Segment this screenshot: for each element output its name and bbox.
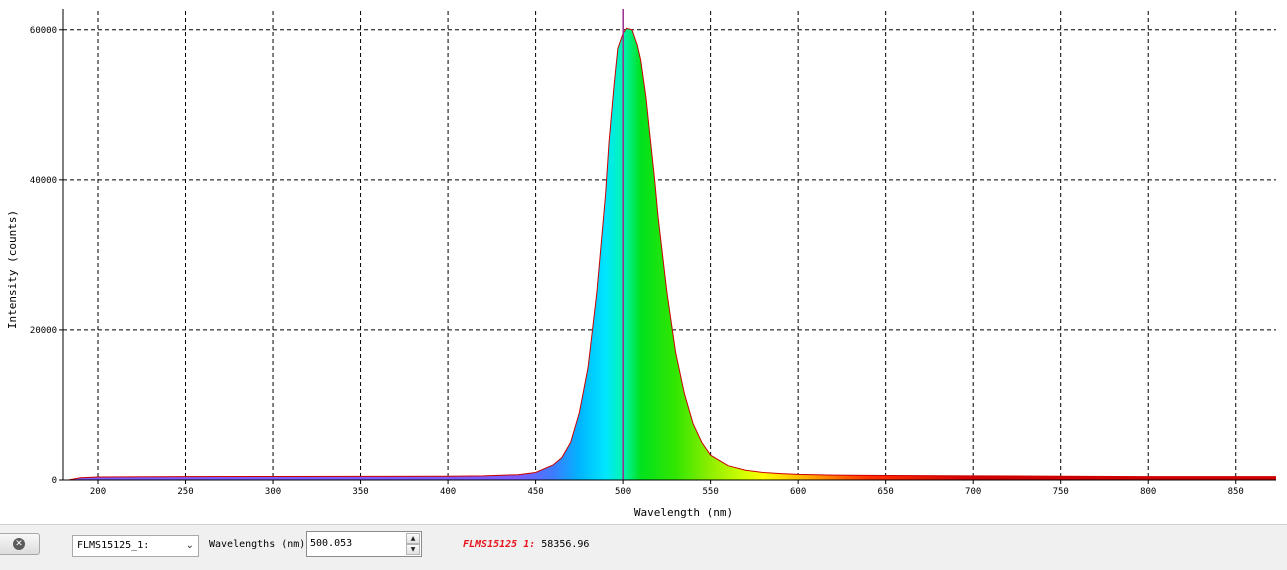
wavelength-label: Wavelengths (nm) — [209, 539, 306, 550]
x-tick-label: 600 — [790, 487, 806, 497]
x-tick-label: 650 — [878, 487, 894, 497]
x-tick-label: 350 — [352, 487, 368, 497]
x-tick-label: 550 — [703, 487, 719, 497]
wavelength-value[interactable]: 500.053 — [310, 538, 352, 549]
device-select-value: FLMS15125_1: — [77, 540, 150, 551]
x-tick-label: 700 — [965, 487, 981, 497]
readout-value: 58356.96 — [535, 539, 590, 550]
readout-series-name: FLMS15125 1: — [463, 539, 536, 550]
y-tick-label: 40000 — [30, 176, 57, 186]
spin-down-icon[interactable]: ▼ — [406, 544, 420, 555]
spectrum-chart: 200 250 300 350 400 450 500 550 600 650 700 750 800 8… — [6, 9, 1276, 519]
y-axis-title: Intensity (counts) — [6, 210, 19, 329]
x-tick-label: 450 — [527, 487, 543, 497]
control-bar: ✕ FLMS15125_1: ⌄ Wavelengths (nm) 500.05… — [0, 524, 1287, 570]
close-icon: ✕ — [13, 538, 25, 550]
y-tick-label: 60000 — [30, 26, 57, 36]
spectrum-chart-area[interactable]: 200 250 300 350 400 450 500 550 600 650 700 750 800 8… — [0, 0, 1287, 524]
intensity-readout: FLMS15125 1: 58356.96 — [463, 539, 589, 550]
chevron-down-icon: ⌄ — [185, 540, 194, 551]
spin-up-icon[interactable]: ▲ — [406, 533, 420, 544]
y-tick-label: 20000 — [30, 326, 57, 336]
x-axis-title: Wavelength (nm) — [634, 506, 733, 519]
x-tick-label: 300 — [265, 487, 281, 497]
spectrum-area-fill — [68, 28, 1276, 480]
x-tick-label: 200 — [90, 487, 106, 497]
x-tick-label: 400 — [440, 487, 456, 497]
y-tick-label: 0 — [52, 476, 57, 486]
x-tick-label: 800 — [1140, 487, 1156, 497]
close-button[interactable]: ✕ — [0, 533, 40, 555]
x-tick-label: 850 — [1228, 487, 1244, 497]
x-tick-label: 500 — [615, 487, 631, 497]
wavelength-input[interactable]: 500.053 ▲ ▼ — [306, 531, 422, 557]
x-tick-label: 250 — [177, 487, 193, 497]
x-tick-label: 750 — [1053, 487, 1069, 497]
device-select[interactable]: FLMS15125_1: ⌄ — [72, 535, 199, 557]
